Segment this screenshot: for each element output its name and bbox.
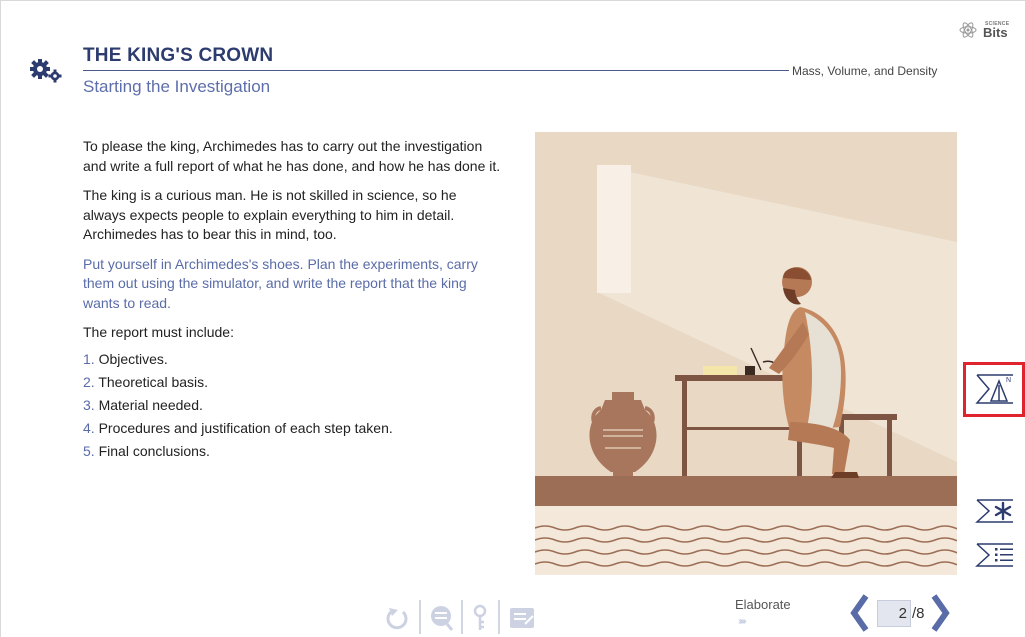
logo-text-big: Bits: [983, 25, 1008, 40]
list-text: Objectives.: [98, 350, 168, 367]
toolbar-divider: [461, 600, 463, 634]
list-item: 3. Material needed.: [83, 397, 503, 414]
report-requirements-list: 1. Objectives. 2. Theoretical basis. 3. …: [83, 351, 503, 460]
next-page-button[interactable]: [928, 593, 952, 633]
list-item: 4. Procedures and justification of each …: [83, 420, 503, 437]
list-text: Final conclusions.: [98, 442, 210, 459]
title-divider: [83, 70, 789, 71]
previous-page-button[interactable]: [848, 593, 872, 633]
list-number: 4.: [83, 419, 95, 436]
frame-left-border: [0, 0, 1, 637]
page-subtitle: Starting the Investigation: [83, 77, 271, 96]
toolbar-divider: [498, 600, 500, 634]
gears-icon: [30, 59, 62, 83]
compass-n-label: N: [1006, 377, 1011, 384]
phase-progress-arrows: ›››››: [738, 616, 747, 627]
list-text: Theoretical basis.: [98, 373, 209, 390]
paragraph: To please the king, Archimedes has to ca…: [83, 138, 501, 174]
compass-guide-button[interactable]: N: [975, 371, 1019, 407]
paragraph: The king is a curious man. He is not ski…: [83, 187, 457, 242]
page-title: THE KING'S CROWN: [83, 45, 274, 66]
list-number: 1.: [83, 350, 95, 367]
list-item: 2. Theoretical basis.: [83, 374, 503, 391]
list-text: Material needed.: [98, 396, 203, 413]
index-list-button[interactable]: [975, 541, 1019, 569]
archimedes-illustration: [535, 132, 957, 575]
content-text: To please the king, Archimedes has to ca…: [83, 137, 503, 466]
list-number: 5.: [83, 442, 95, 459]
list-text: Procedures and justification of each ste…: [98, 419, 393, 436]
highlight-paragraph: Put yourself in Archimedes's shoes. Plan…: [83, 255, 478, 311]
page-number-input[interactable]: 2: [877, 600, 911, 627]
asterisk-button[interactable]: [975, 497, 1019, 525]
reset-icon[interactable]: [383, 602, 411, 634]
report-form-icon[interactable]: [508, 602, 536, 634]
toolbar-divider: [419, 600, 421, 634]
frame-top-border: [0, 0, 1025, 1]
list-intro: The report must include:: [83, 324, 234, 340]
list-item: 5. Final conclusions.: [83, 443, 503, 460]
list-number: 3.: [83, 396, 95, 413]
search-help-icon[interactable]: [427, 602, 455, 634]
list-item: 1. Objectives.: [83, 351, 503, 368]
key-hint-icon[interactable]: [470, 602, 490, 634]
page-total: /8: [912, 605, 925, 622]
list-number: 2.: [83, 373, 95, 390]
phase-label: Elaborate: [735, 597, 791, 612]
topic-label: Mass, Volume, and Density: [792, 64, 938, 78]
